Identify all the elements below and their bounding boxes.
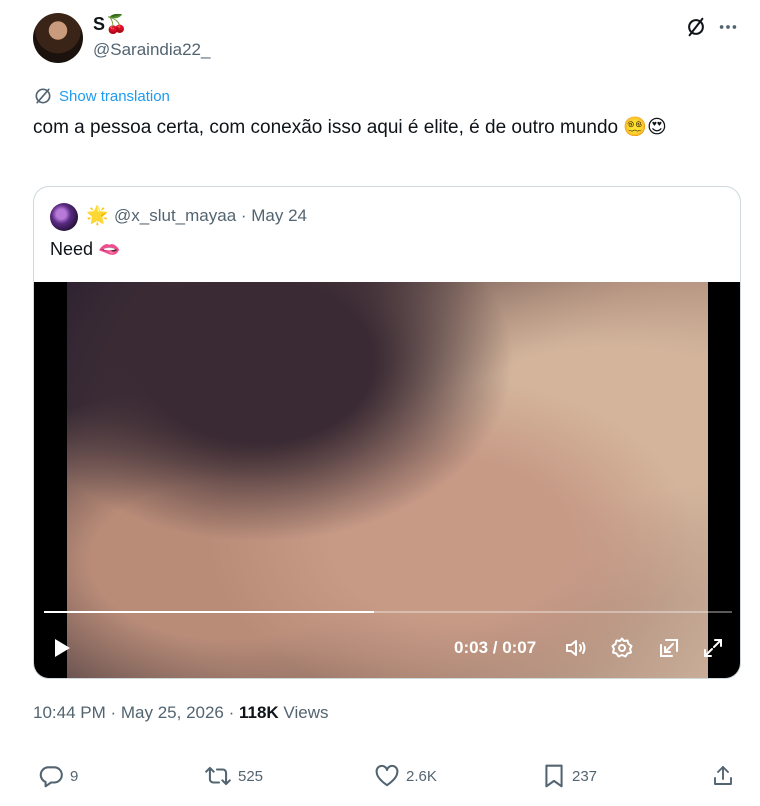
translate-icon	[35, 88, 51, 104]
more-options-button[interactable]	[715, 14, 741, 40]
user-handle[interactable]: @Saraindia22_	[93, 40, 210, 60]
like-count: 2.6K	[406, 767, 437, 785]
repost-count: 525	[238, 767, 264, 785]
picture-in-picture-button[interactable]	[657, 636, 681, 660]
quoted-text: Need 🫦	[50, 239, 121, 259]
repost-button[interactable]: 525	[204, 763, 263, 789]
reply-icon	[39, 766, 63, 788]
views-label: Views	[278, 703, 329, 722]
show-translation-label: Show translation	[59, 87, 170, 105]
grok-button[interactable]	[683, 14, 709, 40]
video-player[interactable]: 0:03 / 0:07	[34, 282, 740, 678]
volume-button[interactable]	[564, 636, 588, 660]
gear-icon	[611, 637, 633, 658]
display-name[interactable]: S🍒	[93, 14, 127, 35]
tweet-meta: 10:44 PM · May 25, 2026 · 118K Views	[33, 703, 328, 723]
avatar[interactable]	[33, 13, 83, 63]
bookmark-icon	[545, 764, 563, 788]
settings-button[interactable]	[610, 636, 634, 660]
repost-icon	[205, 766, 231, 786]
video-progress-fill	[44, 611, 375, 613]
play-button[interactable]	[50, 636, 74, 660]
more-icon	[719, 25, 737, 29]
bookmark-button[interactable]: 237	[542, 763, 597, 789]
share-icon	[714, 766, 732, 785]
video-time: 0:03 / 0:07	[454, 638, 537, 657]
timestamp[interactable]: 10:44 PM · May 25, 2026 ·	[33, 703, 239, 722]
like-button[interactable]: 2.6K	[374, 763, 437, 789]
reply-button[interactable]: 9	[38, 763, 78, 789]
quoted-avatar[interactable]	[50, 203, 78, 231]
share-button[interactable]	[711, 763, 735, 789]
quoted-tweet[interactable]: 🌟 @x_slut_mayaa · May 24 Need 🫦 0:03 / 0…	[33, 186, 741, 679]
show-translation-link[interactable]: Show translation	[33, 86, 170, 106]
pip-icon	[660, 639, 678, 657]
quoted-handle-date[interactable]: @x_slut_mayaa · May 24	[114, 206, 307, 226]
tweet-text: com a pessoa certa, com conexão isso aqu…	[33, 117, 667, 138]
fullscreen-icon	[704, 639, 722, 657]
views-count: 118K	[239, 703, 279, 722]
tweet: S🍒 @Saraindia22_ Show translation com a …	[0, 0, 760, 806]
grok-icon	[688, 17, 704, 37]
volume-icon	[566, 640, 586, 656]
video-frame[interactable]	[67, 282, 708, 678]
bookmark-count: 237	[572, 767, 598, 785]
play-icon	[55, 639, 70, 657]
heart-icon	[375, 764, 399, 787]
quoted-badge: 🌟	[86, 205, 109, 225]
reply-count: 9	[70, 767, 79, 785]
video-progress-bar[interactable]	[44, 611, 732, 613]
fullscreen-button[interactable]	[701, 636, 725, 660]
